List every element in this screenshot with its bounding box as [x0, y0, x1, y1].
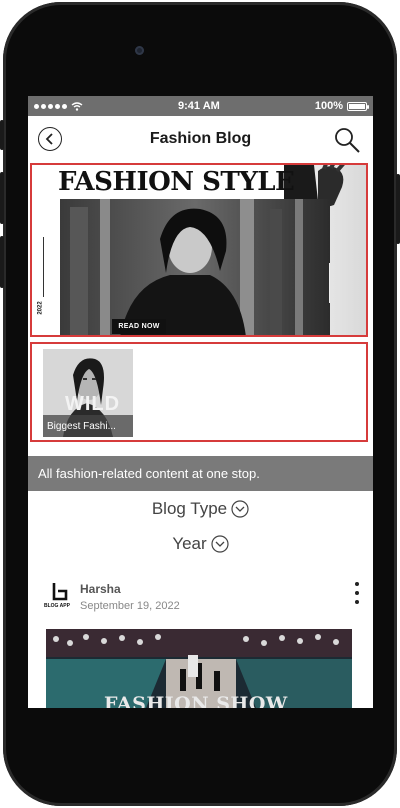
- chevron-down-icon: [211, 535, 229, 553]
- decorative-line: [329, 263, 330, 303]
- mute-switch: [0, 120, 4, 150]
- read-now-button[interactable]: READ NOW: [112, 319, 166, 334]
- battery-icon: [346, 101, 369, 111]
- more-options-button[interactable]: [352, 582, 362, 604]
- hero-title: FASHION STYLE: [58, 167, 295, 197]
- logo-text: BLOG APP: [44, 603, 70, 609]
- page-title: Fashion Blog: [149, 129, 252, 147]
- chevron-left-icon: [45, 133, 53, 145]
- battery-percentage: 100%: [314, 100, 343, 112]
- featured-banner[interactable]: FASHION STYLE 2022 READ NOW: [30, 163, 368, 337]
- post-date: September 19, 2022: [80, 600, 180, 612]
- thumbnail-card[interactable]: WILD Biggest Fashi...: [43, 349, 133, 437]
- blog-type-filter[interactable]: Blog Type: [28, 499, 373, 519]
- hero-photo: [60, 199, 330, 335]
- app-header: Fashion Blog: [28, 116, 373, 161]
- blog-type-label: Blog Type: [151, 499, 228, 518]
- post-image-title: FASHION SHOW: [104, 693, 288, 708]
- post-author-row: BLOG APP Harsha September 19, 2022: [44, 574, 366, 624]
- front-camera: [135, 46, 144, 55]
- volume-up-button: [0, 172, 4, 224]
- year-filter[interactable]: Year: [28, 534, 373, 554]
- app-screen: 9:41 AM 100% Fashion Blog FASHION STYLE …: [28, 96, 373, 708]
- thumbnail-overlay-text: WILD: [65, 393, 121, 415]
- volume-down-button: [0, 236, 4, 288]
- decorative-line: [43, 237, 44, 297]
- tagline-banner: All fashion-related content at one stop.: [28, 456, 373, 491]
- power-button: [396, 174, 400, 244]
- signal-icon: [34, 103, 67, 109]
- featured-thumbnails: WILD Biggest Fashi...: [30, 342, 368, 442]
- logo-icon: [52, 583, 68, 601]
- chevron-down-icon: [231, 500, 249, 518]
- hero-year: 2022: [37, 301, 44, 315]
- back-button[interactable]: [38, 127, 62, 151]
- author-name[interactable]: Harsha: [80, 582, 121, 596]
- wifi-icon: [71, 101, 83, 111]
- search-icon[interactable]: [333, 126, 361, 154]
- status-time: 9:41 AM: [178, 100, 220, 112]
- post-image[interactable]: FASHION SHOW: [46, 629, 352, 708]
- thumbnail-caption: Biggest Fashi...: [43, 415, 133, 437]
- blog-app-logo: BLOG APP: [44, 582, 74, 612]
- year-label: Year: [172, 534, 207, 553]
- status-bar: 9:41 AM 100%: [28, 96, 373, 116]
